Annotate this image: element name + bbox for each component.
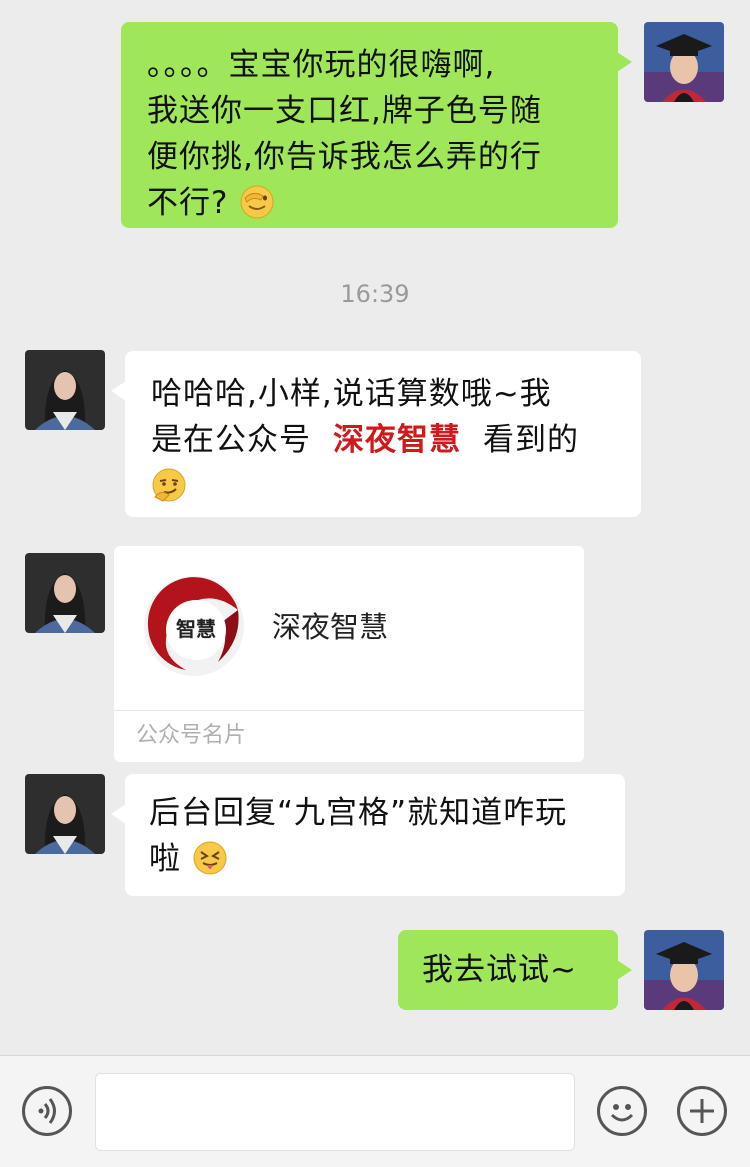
message-bubble-outgoing-1[interactable]: 。。。。宝宝你玩的很嗨啊, 我送你一支口红,牌子色号随 便你挑,你告诉我怎么弄的… xyxy=(121,22,632,228)
message-input[interactable] xyxy=(95,1073,575,1151)
message-bubble-outgoing-2[interactable]: 我去试试~ xyxy=(398,930,632,1010)
message-bubble-incoming-2[interactable]: 后台回复“九宫格”就知道咋玩 啦 xyxy=(111,774,625,896)
card-type-label: 公众号名片 xyxy=(114,710,584,762)
message-line: 不行? xyxy=(147,185,229,221)
message-line: 哈哈哈,小样,说话算数哦~我 xyxy=(151,376,552,412)
my-avatar[interactable] xyxy=(644,22,724,102)
tongue-emoji-icon xyxy=(192,840,228,876)
plus-icon[interactable] xyxy=(677,1086,727,1136)
message-line: 我送你一支口红,牌子色号随 xyxy=(147,93,542,129)
facepalm-emoji-icon xyxy=(239,184,275,220)
contact-avatar[interactable] xyxy=(25,350,105,430)
smirk-emoji-icon xyxy=(151,467,187,503)
message-line: 后台回复“九宫格”就知道咋玩 xyxy=(149,795,568,831)
emoji-icon[interactable] xyxy=(597,1086,647,1136)
message-line: 是在公众号 xyxy=(151,422,311,458)
voice-icon[interactable] xyxy=(22,1086,72,1136)
message-bubble-incoming-1[interactable]: 哈哈哈,小样,说话算数哦~我 是在公众号 深夜智慧 看到的 xyxy=(111,351,641,517)
contact-avatar[interactable] xyxy=(25,553,105,633)
highlighted-account-name: 深夜智慧 xyxy=(333,422,461,458)
logo-text: 智慧 xyxy=(176,617,216,641)
my-avatar[interactable] xyxy=(644,930,724,1010)
account-name: 深夜智慧 xyxy=(272,610,389,644)
chat-input-bar xyxy=(0,1055,750,1167)
contact-avatar[interactable] xyxy=(25,774,105,854)
message-timestamp: 16:39 xyxy=(340,280,410,308)
message-line: 我去试试~ xyxy=(422,952,577,988)
message-line: 看到的 xyxy=(483,422,579,458)
message-line: 。。。。宝宝你玩的很嗨啊, xyxy=(147,47,496,83)
message-line: 便你挑,你告诉我怎么弄的行 xyxy=(147,139,542,175)
account-logo: 智慧 xyxy=(138,570,250,682)
message-line: 啦 xyxy=(149,841,181,877)
official-account-card[interactable]: 智慧 深夜智慧 公众号名片 xyxy=(114,546,584,762)
